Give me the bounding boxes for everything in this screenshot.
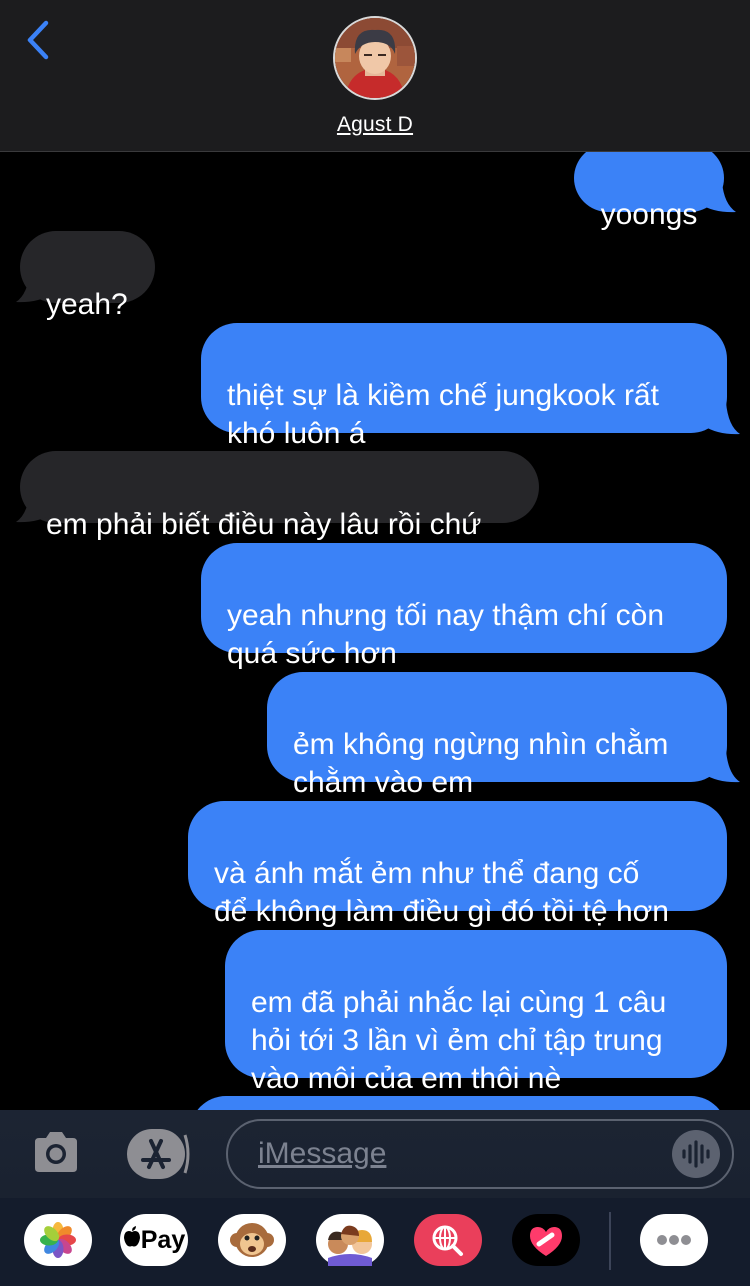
digital-touch-button[interactable] xyxy=(512,1214,580,1266)
message-text: ẻm không ngừng nhìn chằm chằm vào em xyxy=(293,728,669,799)
app-store-icon xyxy=(127,1129,190,1179)
chevron-left-icon xyxy=(27,20,49,60)
message-text: em phải biết điều này lâu rồi chứ xyxy=(46,508,482,541)
memoji-stickers-button[interactable] xyxy=(316,1214,384,1266)
apple-pay-button[interactable]: Pay xyxy=(120,1214,188,1266)
apple-pay-icon: Pay xyxy=(120,1214,188,1266)
web-images-search-icon xyxy=(432,1225,463,1256)
web-images-button[interactable] xyxy=(414,1214,482,1266)
conversation-header: Agust D xyxy=(0,0,750,152)
app-drawer: Pay xyxy=(0,1198,750,1286)
camera-button[interactable] xyxy=(31,1130,81,1176)
app-drawer-divider xyxy=(609,1212,611,1270)
back-button[interactable] xyxy=(20,18,60,64)
message-list[interactable]: yoongs yeah? thiệt sự là kiềm chế jungko… xyxy=(0,152,750,1110)
digital-touch-icon xyxy=(530,1227,562,1256)
contact-photo xyxy=(335,18,415,98)
message-bubble-sent[interactable]: thiệt sự là kiềm chế jungkook rất khó lu… xyxy=(201,323,727,450)
message-bubble-sent[interactable]: ẻm không ngừng nhìn chằm chằm vào em xyxy=(267,672,727,799)
message-bubble-sent-partial[interactable] xyxy=(190,1096,727,1110)
waveform-icon xyxy=(672,1130,720,1178)
message-text: thiệt sự là kiềm chế jungkook rất khó lu… xyxy=(227,379,659,450)
animoji-monkey-icon xyxy=(230,1223,274,1257)
message-bubble-sent[interactable]: yeah nhưng tối nay thậm chí còn quá sức … xyxy=(201,543,727,670)
message-input-bar: iMessage xyxy=(0,1110,750,1198)
camera-icon xyxy=(35,1132,77,1172)
apple-logo-icon xyxy=(123,1225,141,1255)
contact-avatar[interactable] xyxy=(333,16,417,100)
memoji-stickers-icon xyxy=(328,1225,372,1266)
message-bubble-received[interactable]: em phải biết điều này lâu rồi chứ xyxy=(20,451,539,541)
bubble-tail xyxy=(704,750,740,783)
message-text: em đã phải nhắc lại cùng 1 câu hỏi tới 3… xyxy=(251,986,667,1095)
message-text: yoongs xyxy=(600,198,698,231)
more-apps-icon xyxy=(657,1235,691,1245)
apple-pay-label: Pay xyxy=(140,1225,186,1254)
message-input[interactable]: iMessage xyxy=(226,1119,734,1189)
contact-name[interactable]: Agust D xyxy=(0,113,750,137)
message-bubble-sent[interactable]: em đã phải nhắc lại cùng 1 câu hỏi tới 3… xyxy=(225,930,727,1095)
app-store-button[interactable] xyxy=(127,1129,191,1179)
animoji-button[interactable] xyxy=(218,1214,286,1266)
bubble-tail xyxy=(16,490,52,523)
audio-message-button[interactable] xyxy=(672,1130,720,1178)
message-text: yeah? xyxy=(46,288,128,321)
message-input-placeholder: iMessage xyxy=(258,1137,387,1170)
photos-icon xyxy=(40,1222,76,1258)
message-text: yeah nhưng tối nay thậm chí còn quá sức … xyxy=(227,599,665,670)
message-bubble-sent[interactable]: và ánh mắt ẻm như thể đang cố để không l… xyxy=(188,801,727,928)
photos-app-button[interactable] xyxy=(24,1214,92,1266)
bubble-tail xyxy=(16,270,52,303)
bubble-tail xyxy=(700,182,736,213)
message-text: và ánh mắt ẻm như thể đang cố để không l… xyxy=(214,857,669,928)
bubble-tail xyxy=(704,402,740,435)
more-apps-button[interactable] xyxy=(640,1214,708,1266)
